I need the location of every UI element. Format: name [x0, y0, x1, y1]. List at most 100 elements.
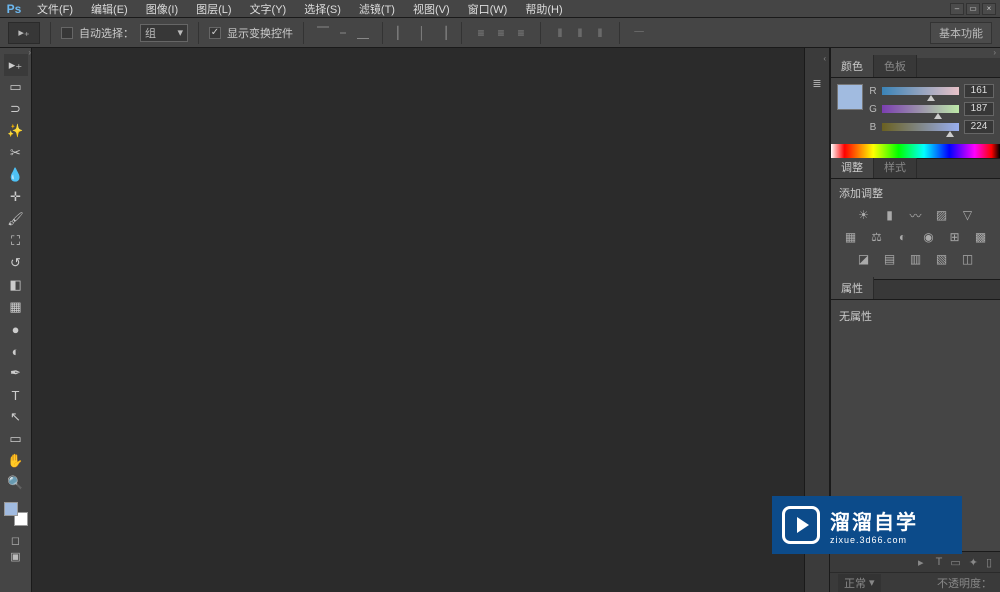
- align-hcenter-icon[interactable]: │: [413, 24, 431, 42]
- menu-edit[interactable]: 编辑(E): [82, 0, 137, 19]
- dist-right-icon[interactable]: ‖: [591, 24, 609, 42]
- g-value-field[interactable]: 187: [964, 102, 994, 116]
- tab-adjustments[interactable]: 调整: [831, 156, 874, 178]
- show-transform-checkbox[interactable]: [209, 27, 221, 39]
- color-spectrum[interactable]: [831, 144, 1000, 158]
- selective-color-icon[interactable]: ◫: [959, 251, 977, 267]
- tab-color[interactable]: 颜色: [831, 55, 874, 77]
- align-left-icon[interactable]: ▏: [393, 24, 411, 42]
- filter-type-icon[interactable]: T: [936, 556, 943, 568]
- brightness-icon[interactable]: ☀: [855, 207, 873, 223]
- current-tool-indicator[interactable]: ▸₊: [8, 22, 40, 44]
- dist-bottom-icon[interactable]: ≡: [512, 24, 530, 42]
- maximize-button[interactable]: ▭: [966, 3, 980, 15]
- levels-icon[interactable]: ▮: [881, 207, 899, 223]
- blur-tool[interactable]: ●: [4, 318, 28, 340]
- dist-vcenter-icon[interactable]: ≡: [492, 24, 510, 42]
- align-top-icon[interactable]: ⎺: [314, 24, 332, 42]
- healing-brush-tool[interactable]: ✛: [4, 186, 28, 208]
- photo-filter-icon[interactable]: ◉: [920, 229, 938, 245]
- align-bottom-icon[interactable]: ⎽: [354, 24, 372, 42]
- screen-mode-toggle[interactable]: ▣: [4, 548, 28, 564]
- color-preview[interactable]: [837, 84, 863, 110]
- type-tool[interactable]: T: [4, 384, 28, 406]
- align-vcenter-icon[interactable]: ⎯: [334, 24, 352, 42]
- vibrance-icon[interactable]: ▽: [959, 207, 977, 223]
- eyedropper-tool[interactable]: 💧: [4, 164, 28, 186]
- dodge-tool[interactable]: ◐: [4, 340, 28, 362]
- b-value-field[interactable]: 224: [964, 120, 994, 134]
- menu-filter[interactable]: 滤镜(T): [350, 0, 404, 19]
- toolbar-collapse-icon[interactable]: ›: [28, 48, 31, 57]
- magic-wand-tool[interactable]: ✨: [4, 120, 28, 142]
- foreground-color[interactable]: [4, 502, 18, 516]
- menu-help[interactable]: 帮助(H): [516, 0, 571, 19]
- watermark-title: 溜溜自学: [830, 506, 918, 535]
- close-button[interactable]: ×: [982, 3, 996, 15]
- dock-collapse-icon[interactable]: ‹: [823, 54, 829, 63]
- watermark-badge: 溜溜自学 zixue.3d66.com: [772, 496, 962, 554]
- menu-image[interactable]: 图像(I): [137, 0, 187, 19]
- color-swatch[interactable]: [4, 502, 28, 526]
- threshold-icon[interactable]: ▥: [907, 251, 925, 267]
- zoom-tool[interactable]: 🔍: [4, 472, 28, 494]
- filter-kind-icon[interactable]: ▭: [950, 556, 960, 569]
- dist-left-icon[interactable]: ‖: [551, 24, 569, 42]
- adjust-panel-tabs: 调整 样式: [831, 159, 1000, 179]
- filter-toggle-icon[interactable]: ▯: [986, 556, 992, 569]
- history-brush-tool[interactable]: ↺: [4, 252, 28, 274]
- b-slider[interactable]: [882, 123, 959, 131]
- tab-properties[interactable]: 属性: [831, 277, 874, 299]
- gradient-map-icon[interactable]: ▧: [933, 251, 951, 267]
- g-slider[interactable]: [882, 105, 959, 113]
- canvas-area[interactable]: [32, 48, 804, 592]
- filter-arrow-icon[interactable]: ▸: [918, 556, 924, 569]
- marquee-tool[interactable]: ▭: [4, 76, 28, 98]
- posterize-icon[interactable]: ▤: [881, 251, 899, 267]
- auto-align-icon[interactable]: 𝄖: [630, 24, 648, 42]
- separator: [461, 22, 462, 44]
- bw-icon[interactable]: ◐: [894, 229, 912, 245]
- eraser-tool[interactable]: ◧: [4, 274, 28, 296]
- r-slider[interactable]: [882, 87, 959, 95]
- tab-swatches[interactable]: 色板: [874, 55, 917, 77]
- menu-layer[interactable]: 图层(L): [187, 0, 240, 19]
- separator: [540, 22, 541, 44]
- invert-icon[interactable]: ◪: [855, 251, 873, 267]
- workspace-switcher[interactable]: 基本功能: [930, 22, 992, 44]
- dist-top-icon[interactable]: ≡: [472, 24, 490, 42]
- menu-select[interactable]: 选择(S): [295, 0, 350, 19]
- menu-file[interactable]: 文件(F): [28, 0, 82, 19]
- minimize-button[interactable]: –: [950, 3, 964, 15]
- clone-stamp-tool[interactable]: ⛶: [4, 230, 28, 252]
- hue-sat-icon[interactable]: ▦: [842, 229, 860, 245]
- auto-select-checkbox[interactable]: [61, 27, 73, 39]
- move-tool[interactable]: ▸₊: [4, 54, 28, 76]
- align-right-icon[interactable]: ▕: [433, 24, 451, 42]
- shape-tool[interactable]: ▭: [4, 428, 28, 450]
- menu-window[interactable]: 窗口(W): [459, 0, 517, 19]
- brush-tool[interactable]: 🖌: [4, 208, 28, 230]
- color-lookup-icon[interactable]: ▩: [972, 229, 990, 245]
- blend-mode-dropdown[interactable]: 正常▾: [838, 574, 881, 592]
- menu-type[interactable]: 文字(Y): [241, 0, 296, 19]
- quick-mask-toggle[interactable]: ◻: [4, 532, 28, 548]
- curves-icon[interactable]: 〰: [907, 207, 925, 223]
- channel-mixer-icon[interactable]: ⊞: [946, 229, 964, 245]
- auto-select-dropdown[interactable]: 组▾: [140, 24, 188, 42]
- crop-tool[interactable]: ✂: [4, 142, 28, 164]
- exposure-icon[interactable]: ▨: [933, 207, 951, 223]
- r-value-field[interactable]: 161: [964, 84, 994, 98]
- pen-tool[interactable]: ✒: [4, 362, 28, 384]
- path-selection-tool[interactable]: ↖: [4, 406, 28, 428]
- history-panel-icon[interactable]: ≣: [807, 73, 827, 93]
- gradient-tool[interactable]: ▦: [4, 296, 28, 318]
- menu-view[interactable]: 视图(V): [404, 0, 459, 19]
- hand-tool[interactable]: ✋: [4, 450, 28, 472]
- dist-hcenter-icon[interactable]: ‖: [571, 24, 589, 42]
- menubar: Ps 文件(F) 编辑(E) 图像(I) 图层(L) 文字(Y) 选择(S) 滤…: [0, 0, 1000, 18]
- lasso-tool[interactable]: ⊃: [4, 98, 28, 120]
- tab-styles[interactable]: 样式: [874, 156, 917, 178]
- color-balance-icon[interactable]: ⚖: [868, 229, 886, 245]
- filter-effect-icon[interactable]: ✦: [969, 556, 978, 569]
